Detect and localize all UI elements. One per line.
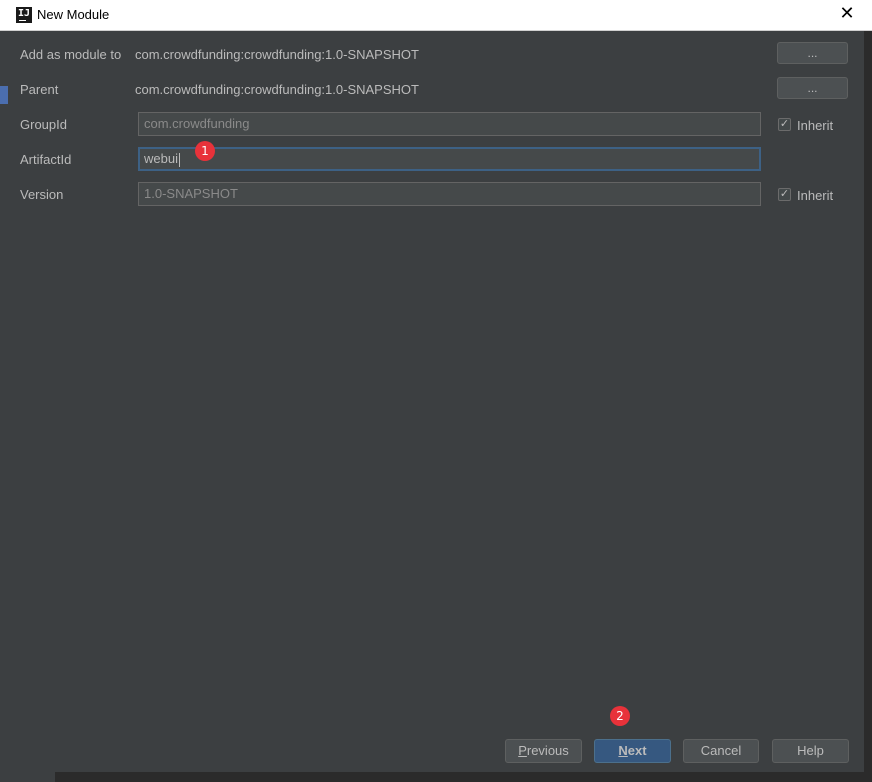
version-inherit-label: Inherit xyxy=(797,188,834,203)
background-bottom-segment xyxy=(0,772,55,782)
parent-value: com.crowdfunding:crowdfunding:1.0-SNAPSH… xyxy=(135,82,419,97)
group-id-input[interactable]: com.crowdfunding xyxy=(138,112,761,136)
annotation-marker-2: 2 xyxy=(610,706,630,726)
version-label: Version xyxy=(20,187,64,202)
next-label: ext xyxy=(627,743,647,758)
parent-label: Parent xyxy=(20,82,59,97)
title-bar: IJ New Module ✕ xyxy=(0,0,872,31)
add-as-module-browse-button[interactable]: ... xyxy=(777,42,848,64)
parent-browse-button[interactable]: ... xyxy=(777,77,848,99)
close-icon[interactable]: ✕ xyxy=(838,5,856,23)
window-title: New Module xyxy=(37,7,110,22)
annotation-marker-1: 1 xyxy=(195,141,215,161)
previous-button[interactable]: Previous xyxy=(505,739,582,763)
cancel-button[interactable]: Cancel xyxy=(683,739,759,763)
artifact-id-label: ArtifactId xyxy=(20,152,72,167)
group-id-inherit-label: Inherit xyxy=(797,118,834,133)
next-mnemonic: N xyxy=(618,743,628,758)
group-id-label: GroupId xyxy=(20,117,67,132)
previous-label: revious xyxy=(526,743,569,758)
add-as-module-value: com.crowdfunding:crowdfunding:1.0-SNAPSH… xyxy=(135,47,419,62)
artifact-id-value: webui xyxy=(144,151,178,166)
artifact-id-input[interactable]: webui xyxy=(138,147,761,171)
new-module-dialog: IJ New Module ✕ Add as module to com.cro… xyxy=(0,0,872,782)
version-inherit-checkbox[interactable]: ✓ xyxy=(778,188,791,201)
background-window-strip xyxy=(0,31,8,782)
dialog-content: Add as module to com.crowdfunding:crowdf… xyxy=(8,31,864,772)
version-input[interactable]: 1.0-SNAPSHOT xyxy=(138,182,761,206)
intellij-app-icon: IJ xyxy=(16,7,32,23)
group-id-inherit-checkbox[interactable]: ✓ xyxy=(778,118,791,131)
previous-mnemonic: P xyxy=(518,743,527,758)
background-selection-marker xyxy=(0,86,8,104)
background-bottom-strip xyxy=(0,772,872,782)
help-button[interactable]: Help xyxy=(772,739,849,763)
add-as-module-label: Add as module to xyxy=(20,47,122,62)
text-caret xyxy=(178,152,180,167)
next-button[interactable]: Next xyxy=(594,739,671,763)
